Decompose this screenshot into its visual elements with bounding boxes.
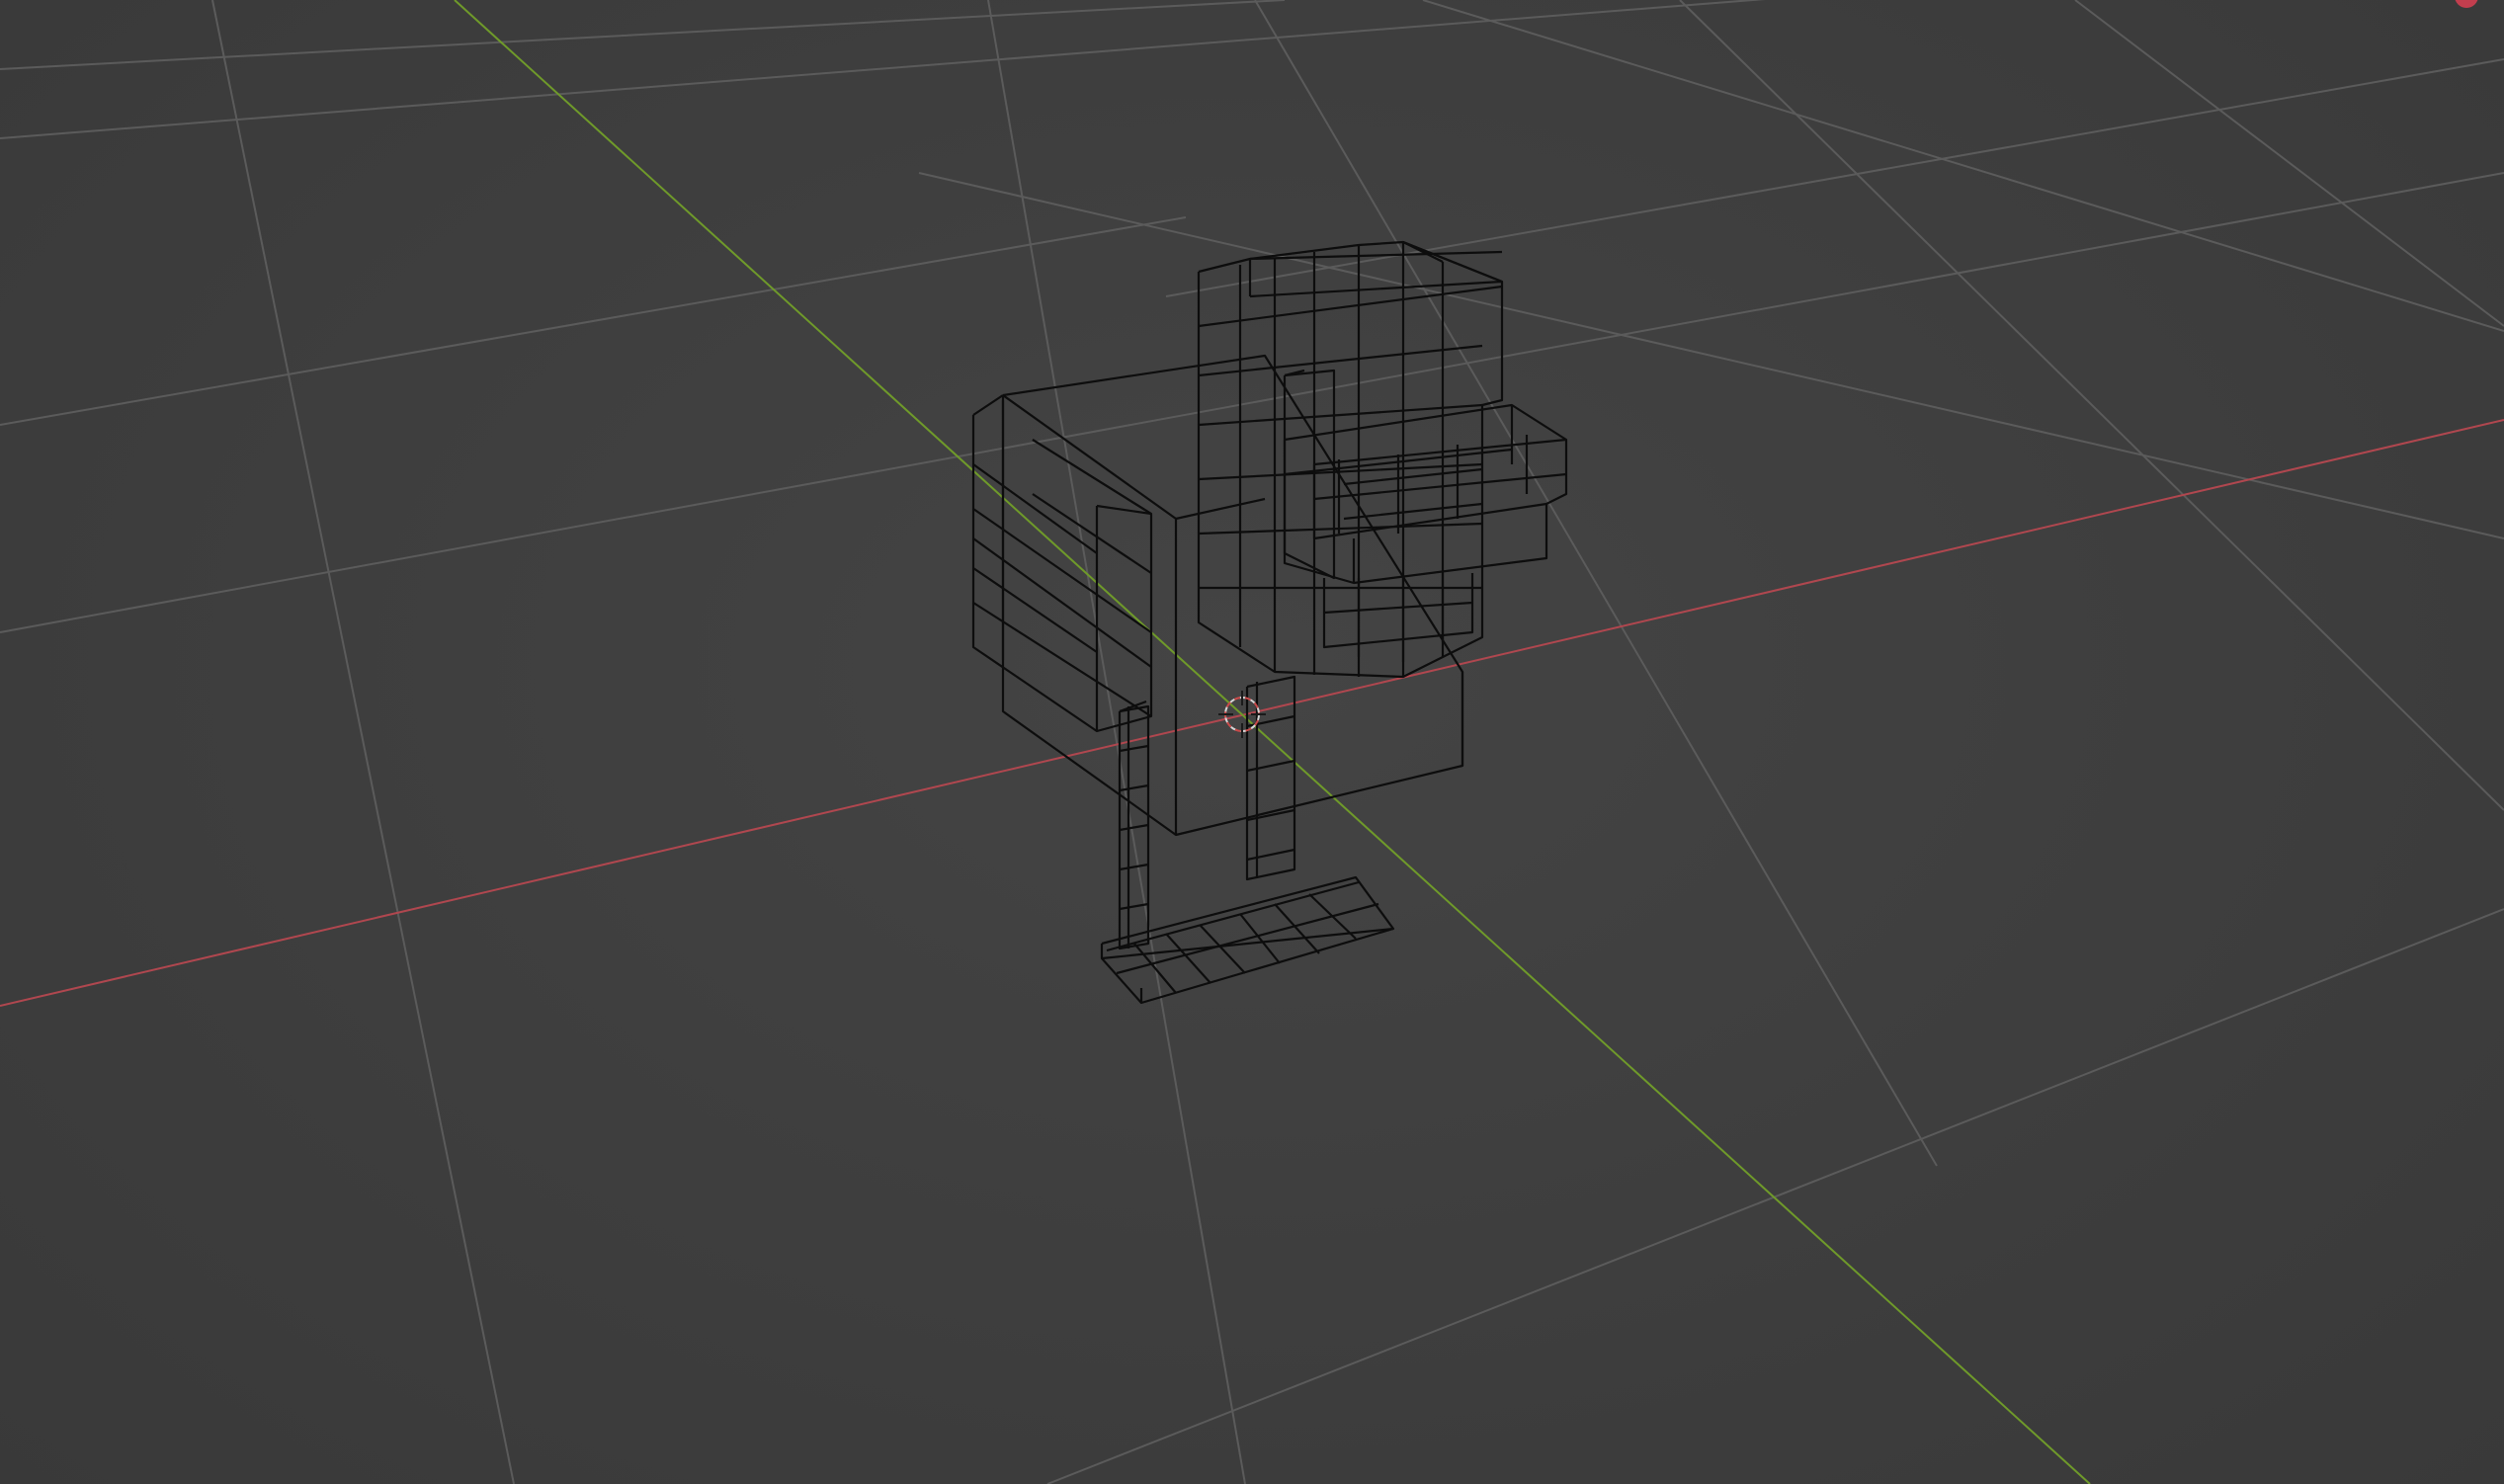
gizmo-x-indicator-icon[interactable] bbox=[2455, 0, 2478, 8]
viewport-canvas[interactable] bbox=[0, 0, 2504, 1484]
grid-line bbox=[211, 0, 515, 1484]
y-axis-line bbox=[454, 0, 2091, 1484]
3d-viewport[interactable] bbox=[0, 0, 2504, 1484]
feet-mesh[interactable] bbox=[1100, 875, 1395, 1005]
grid-line bbox=[0, 0, 1766, 139]
grid-line bbox=[1679, 0, 2504, 811]
floor-grid bbox=[0, 0, 2504, 1484]
grid-line bbox=[1046, 908, 2504, 1484]
wattle-mesh[interactable] bbox=[1322, 573, 1474, 662]
grid-line bbox=[2074, 0, 2504, 327]
grid-line bbox=[0, 172, 2504, 633]
grid-line bbox=[0, 0, 1286, 70]
x-axis-line bbox=[0, 419, 2504, 1007]
grid-line bbox=[1165, 58, 2504, 297]
wing-mesh[interactable] bbox=[971, 394, 1153, 733]
beak-mesh[interactable] bbox=[1283, 403, 1568, 585]
right-leg-mesh[interactable] bbox=[1245, 675, 1296, 881]
voxel-bird-model[interactable] bbox=[971, 240, 1568, 1005]
grid-line bbox=[987, 0, 1246, 1484]
grid-line bbox=[1422, 0, 2504, 332]
grid-line bbox=[918, 172, 2504, 539]
body-mesh[interactable] bbox=[1001, 354, 1464, 837]
